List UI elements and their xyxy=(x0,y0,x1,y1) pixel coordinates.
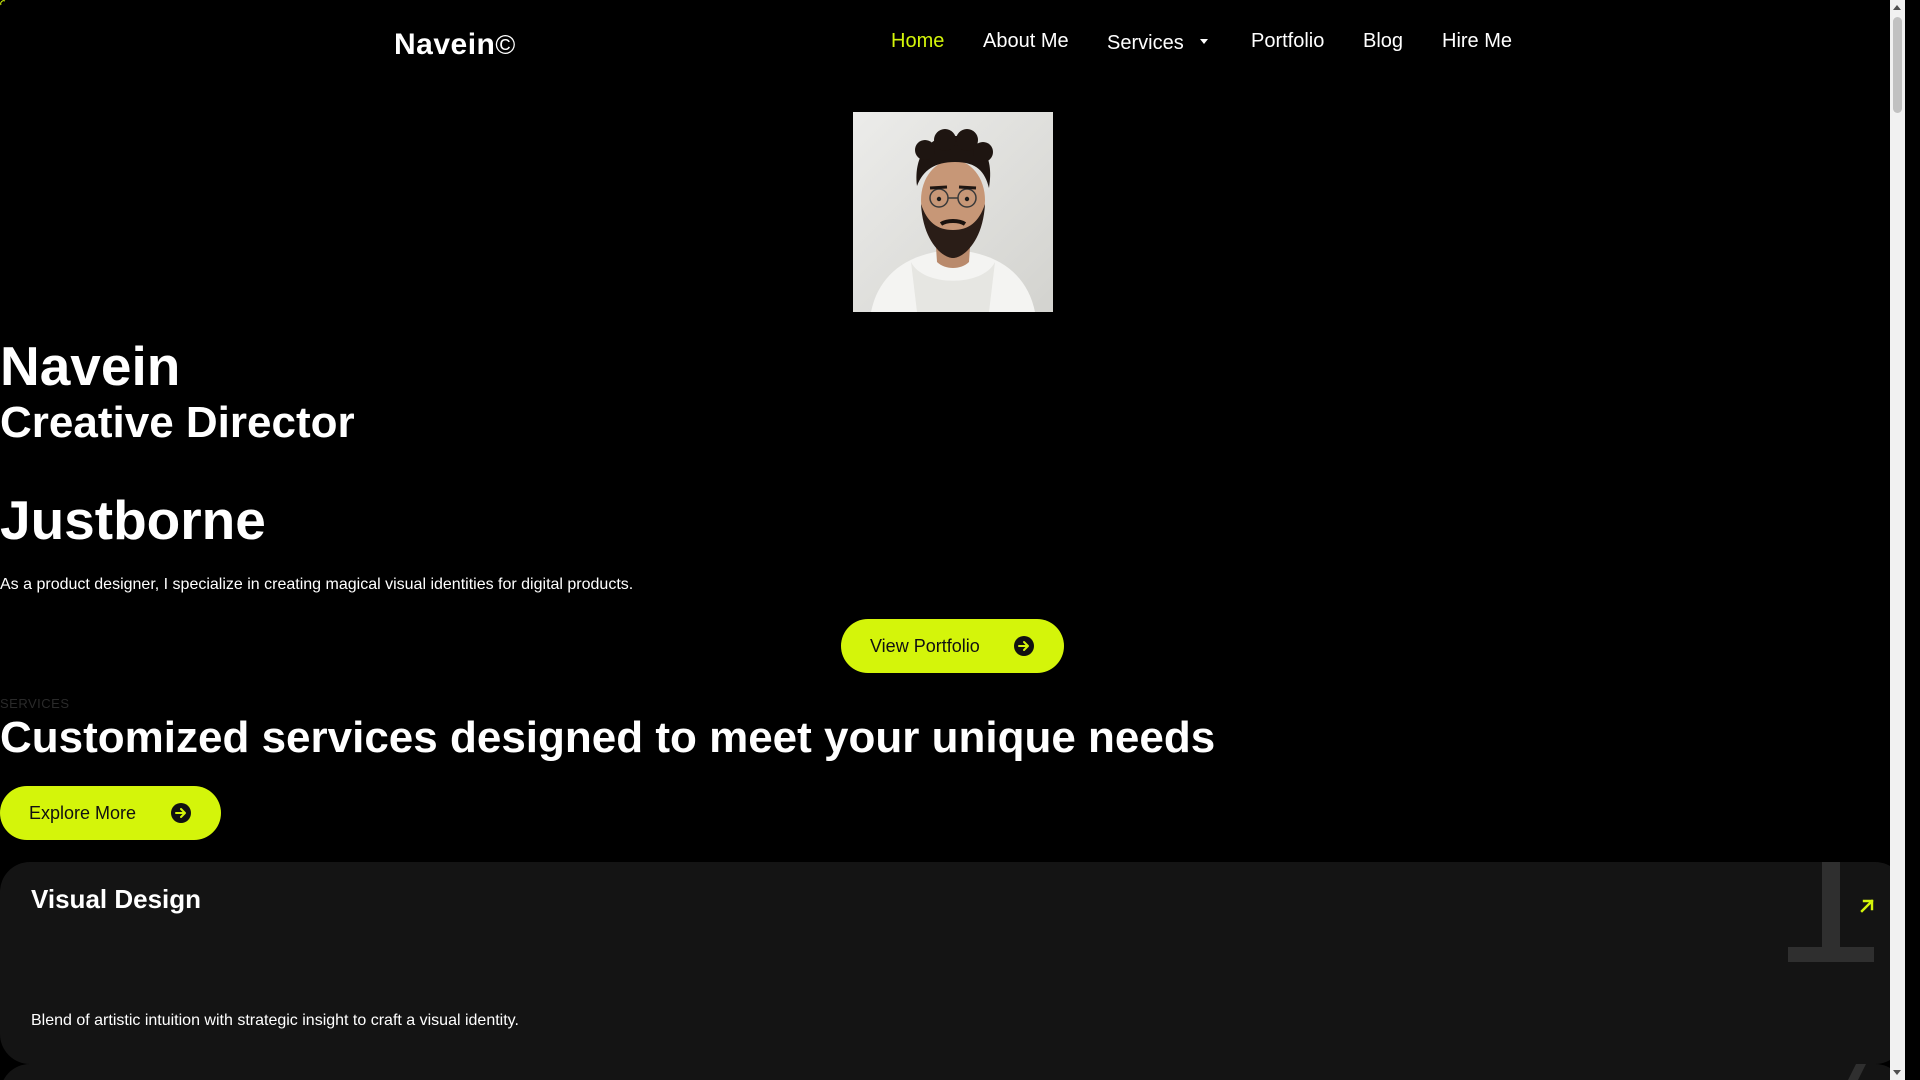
scroll-up-arrow-icon[interactable] xyxy=(1893,5,1901,10)
hero-name: Navein xyxy=(0,335,181,397)
hero-description: As a product designer, I specialize in c… xyxy=(0,576,634,593)
chevron-down-icon xyxy=(1199,39,1208,45)
nav-item-portfolio[interactable]: Portfolio xyxy=(1251,30,1324,53)
hero-brand: Justborne xyxy=(0,489,266,551)
card-corner-bar-vertical xyxy=(1822,862,1840,947)
service-card-title: Visual Design xyxy=(31,884,202,914)
page: Navein© Home About Me Services Portfolio… xyxy=(0,0,1905,1080)
scrollbar-thumb[interactable] xyxy=(1893,17,1902,113)
arrow-right-circle-icon xyxy=(1014,636,1034,656)
nav-item-services-label: Services xyxy=(1107,32,1184,54)
explore-more-label: Explore More xyxy=(29,802,137,823)
explore-more-button[interactable]: Explore More xyxy=(0,786,221,840)
scroll-down-arrow-icon[interactable] xyxy=(1893,1070,1901,1075)
nav-item-services[interactable]: Services xyxy=(1107,32,1208,55)
site-header: Navein© Home About Me Services Portfolio… xyxy=(0,0,1905,90)
arrow-up-right-icon[interactable] xyxy=(1856,895,1878,917)
page-scrollbar[interactable] xyxy=(1890,0,1905,1080)
service-card-visual-design[interactable] xyxy=(0,862,1905,1064)
nav-item-hire-me[interactable]: Hire Me xyxy=(1442,30,1512,53)
portrait-image xyxy=(853,112,1053,312)
services-section-label: SERVICES xyxy=(0,696,70,711)
nav-item-about-me[interactable]: About Me xyxy=(983,30,1069,53)
hero-role: Creative Director xyxy=(0,398,355,447)
main-nav: Home About Me Services Portfolio Blog Hi… xyxy=(0,30,1905,60)
view-portfolio-label: View Portfolio xyxy=(870,635,980,656)
card-corner-bar-horizontal xyxy=(1788,947,1874,962)
card-corner-decoration xyxy=(1848,1064,1866,1080)
nav-item-blog[interactable]: Blog xyxy=(1363,30,1403,53)
nav-item-home[interactable]: Home xyxy=(891,30,944,53)
avatar xyxy=(853,112,1053,312)
service-card-next[interactable] xyxy=(0,1064,1905,1080)
arrow-right-circle-icon xyxy=(171,803,191,823)
view-portfolio-button[interactable]: View Portfolio xyxy=(841,619,1064,673)
services-section-title: Customized services designed to meet you… xyxy=(0,713,1216,762)
service-card-description: Blend of artistic intuition with strateg… xyxy=(31,1012,519,1029)
